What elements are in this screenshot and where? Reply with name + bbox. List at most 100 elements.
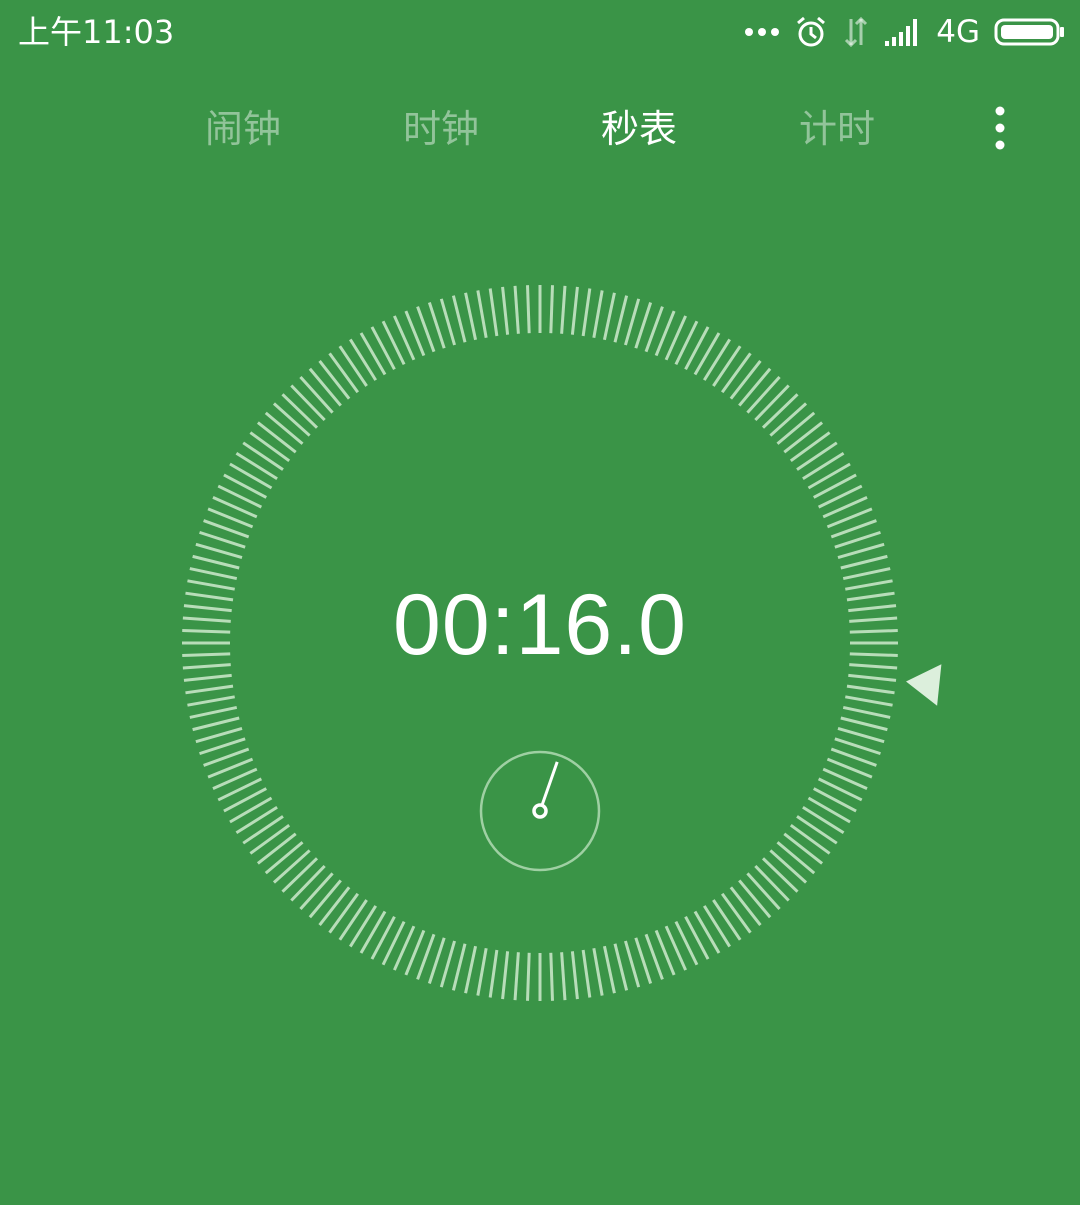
tick-mark: [370, 326, 396, 370]
tick-mark: [256, 421, 297, 454]
tick-mark: [249, 823, 291, 855]
tick-mark: [849, 616, 898, 623]
tick-mark: [272, 402, 311, 437]
tick-mark: [602, 945, 616, 994]
tick-mark: [281, 393, 319, 429]
elapsed-time-display: 00:16.0: [393, 577, 687, 673]
tick-mark: [513, 285, 520, 334]
tick-mark: [229, 796, 273, 824]
tick-mark: [195, 542, 243, 559]
tick-mark: [318, 359, 351, 400]
tick-mark: [488, 949, 499, 998]
tick-mark: [769, 402, 808, 437]
tick-mark: [702, 338, 731, 381]
tick-mark: [849, 663, 898, 670]
tick-mark: [560, 952, 567, 1001]
tick-mark: [761, 393, 799, 429]
tick-mark: [592, 948, 604, 996]
tick-mark: [185, 684, 234, 695]
tick-mark: [183, 604, 232, 613]
tick-mark: [328, 892, 360, 934]
tick-mark: [845, 579, 893, 591]
tick-mark: [501, 951, 510, 1000]
tick-mark: [769, 849, 808, 884]
tick-mark: [189, 705, 238, 719]
tick-mark: [370, 916, 396, 960]
tick-mark: [338, 899, 368, 941]
tick-mark: [754, 384, 790, 422]
tick-mark: [192, 554, 240, 570]
tick-mark: [256, 832, 297, 865]
tick-mark: [187, 695, 235, 707]
tick-mark: [842, 567, 891, 581]
tick-mark: [182, 629, 231, 634]
tick-mark: [189, 567, 238, 581]
tick-mark: [264, 841, 304, 875]
tick-mark: [720, 892, 752, 934]
tick-mark: [776, 841, 816, 875]
tick-mark: [223, 473, 267, 499]
tick-mark: [842, 705, 891, 719]
tick-mark: [684, 916, 710, 960]
tick-mark: [451, 943, 467, 991]
tick-mark: [729, 886, 762, 927]
tick-mark: [613, 943, 629, 991]
tick-mark: [526, 952, 531, 1001]
tick-mark: [684, 326, 710, 370]
tick-mark: [501, 286, 510, 335]
tick-mark: [712, 899, 742, 941]
tick-mark: [729, 359, 762, 400]
tick-mark: [796, 441, 838, 471]
tick-mark: [235, 452, 278, 481]
tick-mark: [187, 579, 235, 591]
tick-mark: [308, 879, 342, 919]
tick-mark: [488, 288, 499, 337]
tick-mark: [761, 857, 799, 893]
tick-mark: [349, 338, 378, 381]
tick-mark: [849, 652, 898, 657]
tick-mark: [845, 695, 893, 707]
tick-mark: [308, 367, 342, 407]
tick-mark: [712, 345, 742, 387]
tick-mark: [807, 796, 851, 824]
tick-mark: [526, 285, 531, 334]
tick-mark: [796, 815, 838, 845]
tick-mark: [183, 673, 232, 682]
seconds-pointer-triangle-icon: [906, 664, 942, 706]
tick-mark: [185, 591, 234, 602]
tick-mark: [560, 285, 567, 334]
tick-mark: [229, 462, 273, 490]
tick-mark: [476, 290, 488, 338]
tick-mark: [738, 367, 772, 407]
tick-mark: [439, 298, 456, 346]
tick-mark: [693, 910, 721, 954]
tick-mark: [549, 952, 554, 1001]
tick-mark: [807, 462, 851, 490]
tick-mark: [281, 857, 319, 893]
tick-mark: [290, 864, 326, 902]
tick-mark: [570, 286, 579, 335]
tick-mark: [242, 815, 284, 845]
tick-mark: [738, 879, 772, 919]
tick-mark: [264, 411, 304, 445]
tick-mark: [702, 905, 731, 948]
tick-mark: [848, 604, 897, 613]
tick-mark: [624, 298, 641, 346]
tick-mark: [182, 652, 231, 657]
tick-mark: [195, 727, 243, 744]
tick-mark: [359, 910, 387, 954]
tick-mark: [849, 629, 898, 634]
tick-mark: [249, 431, 291, 463]
tick-mark: [746, 375, 781, 414]
tick-mark: [581, 949, 592, 998]
tick-mark: [192, 716, 240, 732]
tick-mark: [848, 673, 897, 682]
tick-mark: [570, 951, 579, 1000]
stopwatch-screen: 上午11:03 4G 闹钟 时钟 秒表 计时 00:16.0: [0, 0, 1080, 1205]
tick-mark: [299, 872, 334, 911]
tick-mark: [802, 452, 845, 481]
tick-mark: [813, 787, 857, 813]
minute-sub-dial-icon: [479, 750, 601, 872]
tick-mark: [613, 295, 629, 343]
tick-mark: [464, 292, 478, 341]
